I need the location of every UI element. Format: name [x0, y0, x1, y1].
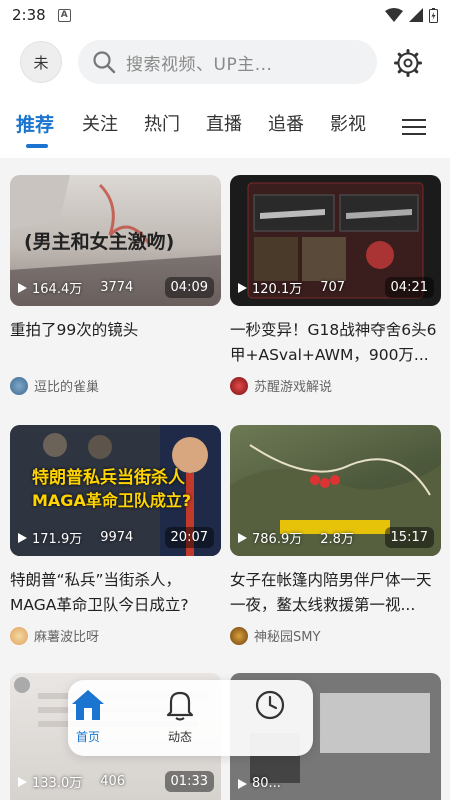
wifi-icon — [385, 8, 403, 22]
uploader[interactable]: 苏醒游戏解说 — [230, 376, 441, 395]
view-count: 164.4万 — [32, 282, 83, 297]
thumbnail-caption: (男主和女主激吻) — [24, 231, 175, 253]
status-icons — [385, 7, 438, 23]
bell-icon — [166, 691, 194, 721]
uploader-avatar — [10, 376, 28, 395]
play-icon — [18, 532, 27, 543]
video-stats: 133.0万 406 — [18, 772, 125, 791]
video-title[interactable]: 一秒变异！G18战神夺舍6头6甲+ASval+AWM，900万... — [230, 318, 441, 368]
uploader-avatar — [10, 626, 28, 645]
uploader-name: 神秘园SMY — [254, 630, 321, 645]
video-stats: 120.1万 707 — [238, 278, 345, 297]
video-duration: 01:33 — [164, 771, 214, 792]
status-time: 2:38 — [12, 6, 46, 24]
top-bar: 未 搜索视频、UP主... — [0, 30, 450, 96]
search-icon — [93, 51, 116, 74]
uploader[interactable]: 逗比的雀巢 — [10, 376, 221, 395]
uploader-avatar — [230, 376, 248, 395]
uploader[interactable]: 麻薯波比呀 — [10, 626, 221, 645]
nav-home-label: 首页 — [75, 730, 100, 744]
play-icon — [238, 532, 247, 543]
video-title[interactable]: 特朗普“私兵”当街杀人，MAGA革命卫队今日成立? — [10, 568, 221, 618]
danmaku-count: 406 — [100, 774, 126, 789]
video-duration: 04:21 — [384, 277, 434, 298]
battery-icon — [429, 7, 438, 23]
thumbnail-caption-1: 特朗普私兵当街杀人 — [32, 468, 185, 488]
play-icon — [238, 282, 247, 293]
tab-live[interactable]: 直播 — [206, 110, 242, 136]
tab-follow[interactable]: 关注 — [82, 110, 118, 136]
video-card[interactable]: (男主和女主激吻) 164.4万 3774 04:09 重拍了99次的镜头 逗比… — [10, 175, 221, 395]
play-icon — [238, 778, 247, 789]
notification-icon: A — [57, 8, 71, 22]
uploader[interactable]: 神秘园SMY — [230, 626, 441, 645]
tab-anime[interactable]: 追番 — [268, 110, 304, 136]
danmaku-count: 2.8万 — [320, 532, 354, 547]
nav-dynamic[interactable]: 动态 — [150, 688, 210, 745]
view-count: 80... — [252, 776, 281, 791]
thumbnail-caption-2: MAGA革命卫队成立? — [32, 491, 192, 510]
view-count: 120.1万 — [252, 282, 303, 297]
avatar[interactable]: 未 — [20, 41, 62, 83]
video-stats: 80... — [238, 776, 299, 791]
video-card[interactable]: 120.1万 707 04:21 一秒变异！G18战神夺舍6头6甲+ASval+… — [230, 175, 441, 395]
settings-gear-icon[interactable] — [394, 49, 422, 77]
bottom-navigation: 首页 动态 — [68, 680, 313, 756]
nav-home[interactable]: 首页 — [58, 688, 118, 745]
nav-history[interactable] — [240, 688, 300, 728]
view-count: 786.9万 — [252, 532, 303, 547]
danmaku-count: 3774 — [100, 280, 134, 295]
video-thumbnail[interactable]: 特朗普私兵当街杀人 MAGA革命卫队成立? 171.9万 9974 20:07 — [10, 425, 221, 556]
view-count: 171.9万 — [32, 532, 83, 547]
video-duration: 04:09 — [164, 277, 214, 298]
video-title[interactable]: 女子在帐篷内陪男伴尸体一天一夜，鳌太线救援第一视... — [230, 568, 441, 618]
signal-icon — [409, 8, 423, 22]
uploader-name: 逗比的雀巢 — [34, 380, 100, 395]
video-duration: 15:17 — [384, 527, 434, 548]
video-stats: 786.9万 2.8万 — [238, 528, 354, 547]
video-stats: 171.9万 9974 — [18, 528, 133, 547]
video-stats: 164.4万 3774 — [18, 278, 133, 297]
active-tab-indicator — [26, 144, 48, 148]
tab-recommend[interactable]: 推荐 — [16, 110, 54, 137]
uploader-avatar — [230, 626, 248, 645]
video-thumbnail[interactable]: (男主和女主激吻) 164.4万 3774 04:09 — [10, 175, 221, 306]
menu-icon[interactable] — [402, 118, 426, 136]
home-icon — [72, 690, 104, 720]
danmaku-count: 9974 — [100, 530, 134, 545]
clock-icon — [255, 690, 285, 720]
nav-dynamic-label: 动态 — [167, 730, 192, 744]
video-card[interactable]: 786.9万 2.8万 15:17 女子在帐篷内陪男伴尸体一天一夜，鳌太线救援第… — [230, 425, 441, 645]
video-title[interactable]: 重拍了99次的镜头 — [10, 318, 221, 368]
play-icon — [18, 776, 27, 787]
category-tabs: 推荐 关注 热门 直播 追番 影视 — [0, 96, 450, 158]
danmaku-count: 707 — [320, 280, 346, 295]
tab-hot[interactable]: 热门 — [144, 110, 180, 136]
search-input[interactable]: 搜索视频、UP主... — [78, 40, 377, 84]
status-bar: 2:38 A — [0, 0, 450, 30]
search-placeholder: 搜索视频、UP主... — [126, 54, 273, 75]
uploader-name: 麻薯波比呀 — [34, 630, 100, 645]
uploader-name: 苏醒游戏解说 — [254, 380, 333, 395]
video-thumbnail[interactable]: 120.1万 707 04:21 — [230, 175, 441, 306]
tab-film[interactable]: 影视 — [330, 110, 366, 136]
video-card[interactable]: 特朗普私兵当街杀人 MAGA革命卫队成立? 171.9万 9974 20:07 … — [10, 425, 221, 645]
video-duration: 20:07 — [164, 527, 214, 548]
play-icon — [18, 282, 27, 293]
video-thumbnail[interactable]: 786.9万 2.8万 15:17 — [230, 425, 441, 556]
view-count: 133.0万 — [32, 776, 83, 791]
